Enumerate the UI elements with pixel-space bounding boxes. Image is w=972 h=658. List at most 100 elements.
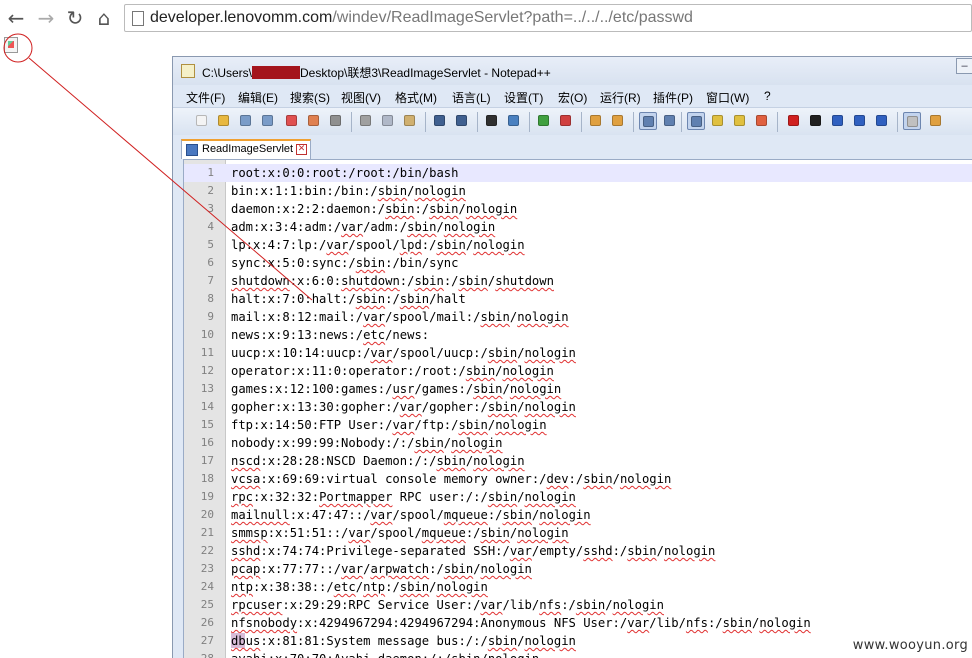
undo-icon[interactable] — [431, 112, 449, 130]
line-number: 28 — [184, 650, 214, 658]
zoom-out-icon[interactable] — [557, 112, 575, 130]
code-line: 24 ntp:x:38:38::/etc/ntp:/sbin/nologin — [184, 578, 972, 596]
code-line: 15 ftp:x:14:50:FTP User:/var/ftp:/sbin/no… — [184, 416, 972, 434]
copy-icon[interactable] — [379, 112, 397, 130]
folder-icon[interactable] — [709, 112, 727, 130]
address-bar[interactable]: developer.lenovomm.com/windev/ReadImageS… — [124, 4, 972, 32]
redo-icon[interactable] — [453, 112, 471, 130]
open-folder-icon[interactable] — [215, 112, 233, 130]
save-macro-icon[interactable] — [873, 112, 891, 130]
menu-item[interactable]: 格式(M) — [395, 89, 437, 106]
menu-item[interactable]: 编辑(E) — [238, 89, 278, 106]
save-icon[interactable] — [237, 112, 255, 130]
line-number: 1 — [207, 166, 214, 179]
reload-icon[interactable]: ↻ — [63, 6, 87, 30]
minimize-button[interactable]: – — [956, 58, 972, 74]
new-file-icon[interactable] — [193, 112, 211, 130]
menu-item[interactable]: 设置(T) — [504, 89, 543, 106]
toolbar-separator — [633, 112, 634, 132]
line-number: 18 — [200, 472, 214, 485]
menu-item[interactable]: 插件(P) — [653, 89, 693, 106]
record-icon[interactable] — [785, 112, 803, 130]
code-text: nfsnobody:x:4294967294:4294967294:Anonym… — [231, 616, 811, 630]
code-text: gopher:x:13:30:gopher:/var/gopher:/sbin/… — [231, 400, 576, 414]
save-icon — [186, 144, 198, 156]
menu-item[interactable]: 窗口(W) — [706, 89, 749, 106]
code-text: rpc:x:32:32:Portmapper RPC user:/:/sbin/… — [231, 490, 576, 504]
cut-icon[interactable] — [357, 112, 375, 130]
code-text: uucp:x:10:14:uucp:/var/spool/uucp:/sbin/… — [231, 346, 576, 360]
menu-item[interactable]: 文件(F) — [186, 89, 225, 106]
code-line: 22 sshd:x:74:74:Privilege-separated SSH:/… — [184, 542, 972, 560]
line-number: 10 — [200, 328, 214, 341]
tab-readimageservlet[interactable]: ReadImageServlet ✕ — [181, 139, 311, 159]
toolbar-separator — [351, 112, 352, 132]
line-number: 15 — [200, 418, 214, 431]
sync-v-icon[interactable] — [587, 112, 605, 130]
code-text: operator:x:11:0:operator:/root:/sbin/nol… — [231, 364, 554, 378]
code-text: bin:x:1:1:bin:/bin:/sbin/nologin — [231, 184, 466, 198]
code-line: 6 sync:x:5:0:sync:/sbin:/bin/sync — [184, 254, 972, 272]
forward-arrow-icon[interactable]: → — [34, 6, 58, 30]
menu-item[interactable]: ? — [764, 89, 771, 103]
code-line: 7 shutdown:x:6:0:shutdown:/sbin:/sbin/shu… — [184, 272, 972, 290]
code-line: 25 rpcuser:x:29:29:RPC Service User:/var/… — [184, 596, 972, 614]
code-text: dbus:x:81:81:System message bus:/:/sbin/… — [231, 634, 576, 648]
code-text: mailnull:x:47:47::/var/spool/mqueue:/sbi… — [231, 508, 591, 522]
paste-icon[interactable] — [401, 112, 419, 130]
menu-item[interactable]: 宏(O) — [558, 89, 587, 106]
replace-icon[interactable] — [505, 112, 523, 130]
tab-bar: ReadImageServlet ✕ — [173, 137, 972, 159]
line-number: 22 — [200, 544, 214, 557]
close-all-icon[interactable] — [305, 112, 323, 130]
code-text: rpcuser:x:29:29:RPC Service User:/var/li… — [231, 598, 664, 612]
close-icon[interactable] — [283, 112, 301, 130]
code-text: daemon:x:2:2:daemon:/sbin:/sbin/nologin — [231, 202, 518, 216]
wrap-icon[interactable] — [639, 112, 657, 130]
editor-area[interactable]: 1 root:x:0:0:root:/root:/bin/bash 2 bin:x:1… — [183, 159, 972, 658]
code-text: avahi:x:70:70:Avahi daemon:/:/sbin/nolog… — [231, 650, 539, 658]
code-text: root:x:0:0:root:/root:/bin/bash — [231, 166, 459, 180]
indent-guide-icon[interactable] — [687, 112, 705, 130]
print-icon[interactable] — [327, 112, 345, 130]
line-number: 27 — [200, 634, 214, 647]
line-number: 4 — [207, 220, 214, 233]
stop-icon[interactable] — [807, 112, 825, 130]
menu-bar: 文件(F) 编辑(E) 搜索(S) 视图(V) 格式(M) 语言(L) 设置(T) 宏(O) 运… — [173, 87, 972, 107]
code-line: 18 vcsa:x:69:69:virtual console memory ow… — [184, 470, 972, 488]
code-line: 2 bin:x:1:1:bin:/bin:/sbin/nologin — [184, 182, 972, 200]
pilcrow-icon[interactable] — [661, 112, 679, 130]
line-number: 19 — [200, 490, 214, 503]
line-number: 6 — [207, 256, 214, 269]
line-number: 26 — [200, 616, 214, 629]
toolbar-separator — [681, 112, 682, 132]
save-all-icon[interactable] — [259, 112, 277, 130]
code-line: 21 smmsp:x:51:51::/var/spool/mqueue:/sbin… — [184, 524, 972, 542]
menu-item[interactable]: 运行(R) — [600, 89, 641, 106]
code-line: 5 lp:x:4:7:lp:/var/spool/lpd:/sbin/nologi… — [184, 236, 972, 254]
page-icon — [132, 11, 144, 26]
code-text: sync:x:5:0:sync:/sbin:/bin/sync — [231, 256, 459, 270]
menu-item[interactable]: 搜索(S) — [290, 89, 330, 106]
ds-icon[interactable] — [903, 112, 921, 130]
home-icon[interactable]: ⌂ — [92, 6, 116, 30]
code-text: shutdown:x:6:0:shutdown:/sbin:/sbin/shut… — [231, 274, 554, 288]
find-icon[interactable] — [483, 112, 501, 130]
extra-icon[interactable] — [927, 112, 945, 130]
line-number: 23 — [200, 562, 214, 575]
line-number: 16 — [200, 436, 214, 449]
code-text: smmsp:x:51:51::/var/spool/mqueue:/sbin/n… — [231, 526, 569, 540]
back-arrow-icon[interactable]: ← — [4, 6, 28, 30]
sync-h-icon[interactable] — [609, 112, 627, 130]
toolbar-separator — [777, 112, 778, 132]
play-multi-icon[interactable] — [851, 112, 869, 130]
code-text: ntp:x:38:38::/etc/ntp:/sbin/nologin — [231, 580, 488, 594]
close-icon[interactable]: ✕ — [296, 144, 307, 155]
doc-map-icon[interactable] — [731, 112, 749, 130]
function-list-icon[interactable] — [753, 112, 771, 130]
menu-item[interactable]: 语言(L) — [452, 89, 491, 106]
zoom-in-icon[interactable] — [535, 112, 553, 130]
menu-item[interactable]: 视图(V) — [341, 89, 381, 106]
play-icon[interactable] — [829, 112, 847, 130]
notepad-window: C:\Users\ Desktop\联想3\ReadImageServlet - … — [172, 56, 972, 658]
